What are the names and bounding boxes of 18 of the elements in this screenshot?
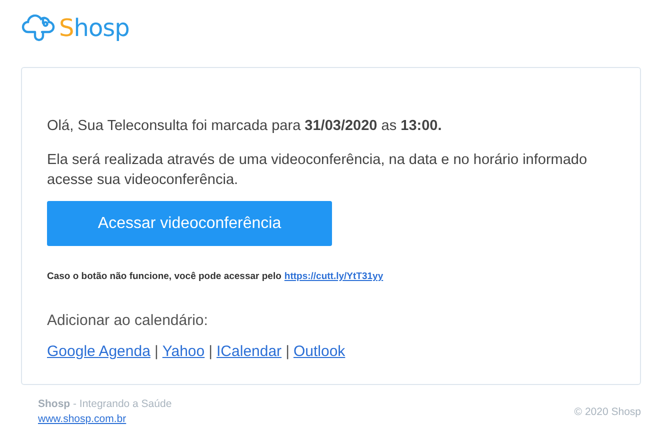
website-link[interactable]: www.shosp.com.br <box>38 413 172 425</box>
calendar-link[interactable]: ICalendar <box>216 343 282 360</box>
cloud-stethoscope-icon <box>21 13 55 43</box>
greeting-text: Olá, Sua Teleconsulta foi marcada para 31/03/2020 as 13:00. <box>47 117 442 136</box>
fallback-text: Caso o botão não funcione, você pode acessar pelo <box>47 271 282 282</box>
calendar-heading: Adicionar ao calendário: <box>47 312 208 329</box>
separator: | <box>286 343 290 360</box>
footer-brand: Shosp - Integrando a Saúde <box>38 398 172 410</box>
logo-text: Shosp <box>59 14 130 42</box>
calendar-link[interactable]: Yahoo <box>162 343 205 360</box>
calendar-link[interactable]: Outlook <box>293 343 346 360</box>
separator: | <box>154 343 158 360</box>
fallback-link[interactable]: https://cutt.ly/YtT31yy <box>284 271 384 282</box>
videoconference-button[interactable]: Acessar videoconferência <box>47 201 332 246</box>
body-text: Ela será realizada através de uma videoconferência, na data e no horário informado acesse sua videoconferência. <box>47 151 588 190</box>
copyright-text: © 2020 Shosp <box>574 406 641 418</box>
calendar-link[interactable]: Google Agenda <box>47 343 150 360</box>
separator: | <box>208 343 213 360</box>
